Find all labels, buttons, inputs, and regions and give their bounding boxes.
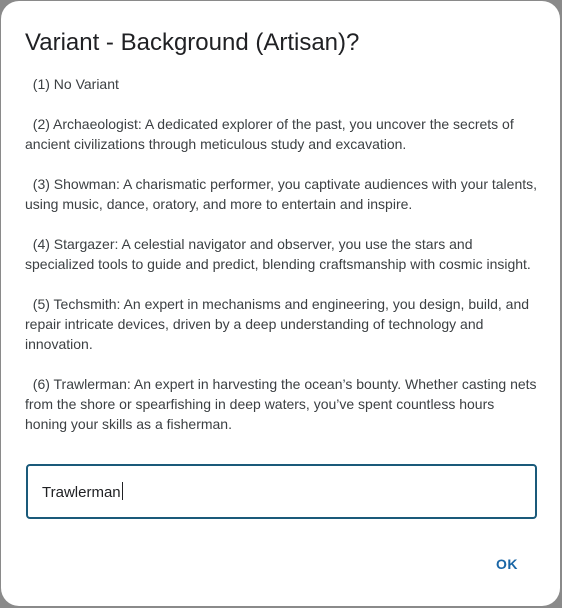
option-5-text: (5) Techsmith: An expert in mechanisms a… <box>25 296 533 352</box>
option-6-text: (6) Trawlerman: An expert in harvesting … <box>25 376 541 432</box>
dialog-body: (1) No Variant (2) Archaeologist: A dedi… <box>25 74 539 434</box>
option-2-text: (2) Archaeologist: A dedicated explorer … <box>25 116 518 152</box>
option-1-text: (1) No Variant <box>25 76 119 92</box>
variant-dialog: Variant - Background (Artisan)? (1) No V… <box>1 1 560 606</box>
option-3-text: (3) Showman: A charismatic performer, yo… <box>25 176 541 212</box>
variant-input-value-wrap: Trawlerman <box>42 482 123 503</box>
variant-input[interactable]: Trawlerman <box>26 464 537 519</box>
text-caret <box>121 482 123 500</box>
ok-button[interactable]: OK <box>485 548 529 580</box>
option-4-text: (4) Stargazer: A celestial navigator and… <box>25 236 531 272</box>
variant-input-value: Trawlerman <box>42 484 121 501</box>
dialog-title: Variant - Background (Artisan)? <box>25 29 360 56</box>
